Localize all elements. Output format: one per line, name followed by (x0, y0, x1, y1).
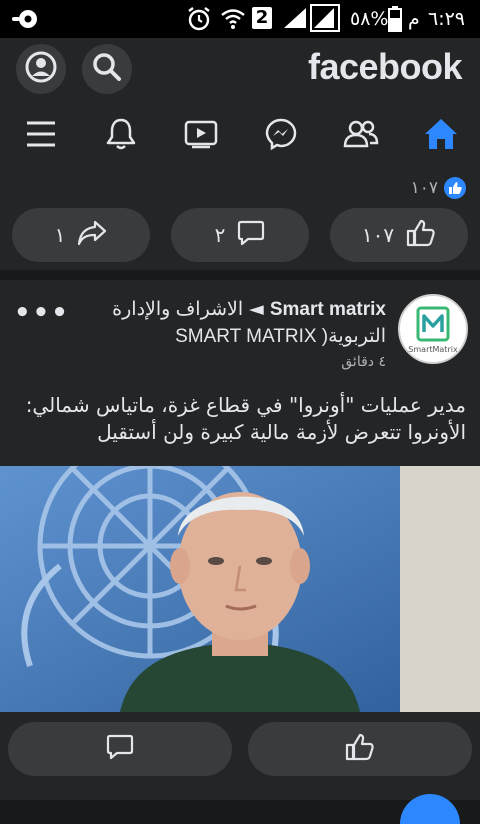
post-like-icon (345, 733, 375, 766)
post-timestamp[interactable]: ٤ دقائق (341, 354, 386, 370)
arrow-separator: ◄ (249, 298, 264, 320)
comment-count: ٢ (214, 223, 226, 247)
page-avatar[interactable]: SmartMatrix (398, 294, 468, 364)
profile-icon (25, 51, 57, 87)
like-reaction-icon (444, 177, 466, 199)
previous-post-card: ١٠٧ ١ ٢ ١٠٧ (0, 172, 480, 270)
sim-badge: 2 (252, 7, 272, 29)
svg-text:SmartMatrix: SmartMatrix (408, 345, 458, 354)
tab-menu[interactable] (16, 114, 66, 158)
tab-notifications[interactable] (96, 114, 146, 158)
tab-home[interactable] (416, 114, 466, 158)
post-comment-icon (106, 734, 134, 765)
share-button[interactable]: ١ (12, 208, 150, 262)
share-icon (77, 220, 107, 251)
messenger-icon (264, 117, 298, 155)
news-feed[interactable]: ١٠٧ ١ ٢ ١٠٧ SmartMatrix Smart matrix ◄ ا… (0, 172, 480, 824)
share-count: ١ (54, 223, 66, 247)
signal-icon (282, 6, 308, 34)
tab-watch[interactable] (176, 114, 226, 158)
like-button[interactable]: ١٠٧ (330, 208, 468, 262)
post-card: SmartMatrix Smart matrix ◄ الاشراف والإد… (0, 280, 480, 800)
search-button[interactable] (82, 44, 132, 94)
smart-matrix-logo-icon: SmartMatrix (408, 306, 458, 354)
tab-messenger[interactable] (256, 114, 306, 158)
battery-percent: ٥٨% (350, 8, 389, 30)
wifi-icon (220, 8, 246, 34)
like-icon (406, 219, 436, 252)
post-photo[interactable] (0, 466, 480, 712)
facebook-logo[interactable]: facebook (308, 46, 463, 88)
battery-icon (388, 6, 402, 36)
post-comment-button[interactable] (8, 722, 232, 776)
alarm-icon (186, 6, 212, 36)
next-post-avatar[interactable] (400, 794, 460, 824)
comment-button[interactable]: ٢ (171, 208, 309, 262)
notifications-icon (105, 117, 137, 155)
next-post-card (0, 792, 480, 824)
page-name[interactable]: Smart matrix (270, 299, 386, 320)
friends-icon (343, 119, 379, 153)
menu-icon (25, 120, 57, 152)
watch-icon (184, 119, 218, 153)
more-options-button[interactable]: ••• (14, 298, 70, 328)
post-photo-image (0, 466, 480, 712)
ampm-label: م (408, 8, 420, 30)
comment-icon (237, 220, 265, 251)
notification-icon (10, 8, 40, 34)
like-count: ١٠٧ (361, 223, 395, 247)
tab-friends[interactable] (336, 114, 386, 158)
signal-icon-2 (310, 4, 340, 32)
reaction-count: ١٠٧ (410, 178, 438, 198)
clock: ٦:٢٩ (428, 8, 466, 30)
top-bar: facebook (0, 38, 480, 172)
reaction-summary[interactable]: ١٠٧ (411, 176, 466, 200)
status-bar: 2 ٥٨% م ٦:٢٩ (0, 0, 480, 38)
profile-button[interactable] (16, 44, 66, 94)
post-like-button[interactable] (248, 722, 472, 776)
search-icon (92, 52, 122, 86)
post-text: مدير عمليات "أونروا" في قطاع غزة، ماتياس… (25, 393, 466, 444)
home-icon (423, 117, 459, 155)
post-header: Smart matrix ◄ الاشراف والإدارة التربوية… (46, 296, 386, 350)
